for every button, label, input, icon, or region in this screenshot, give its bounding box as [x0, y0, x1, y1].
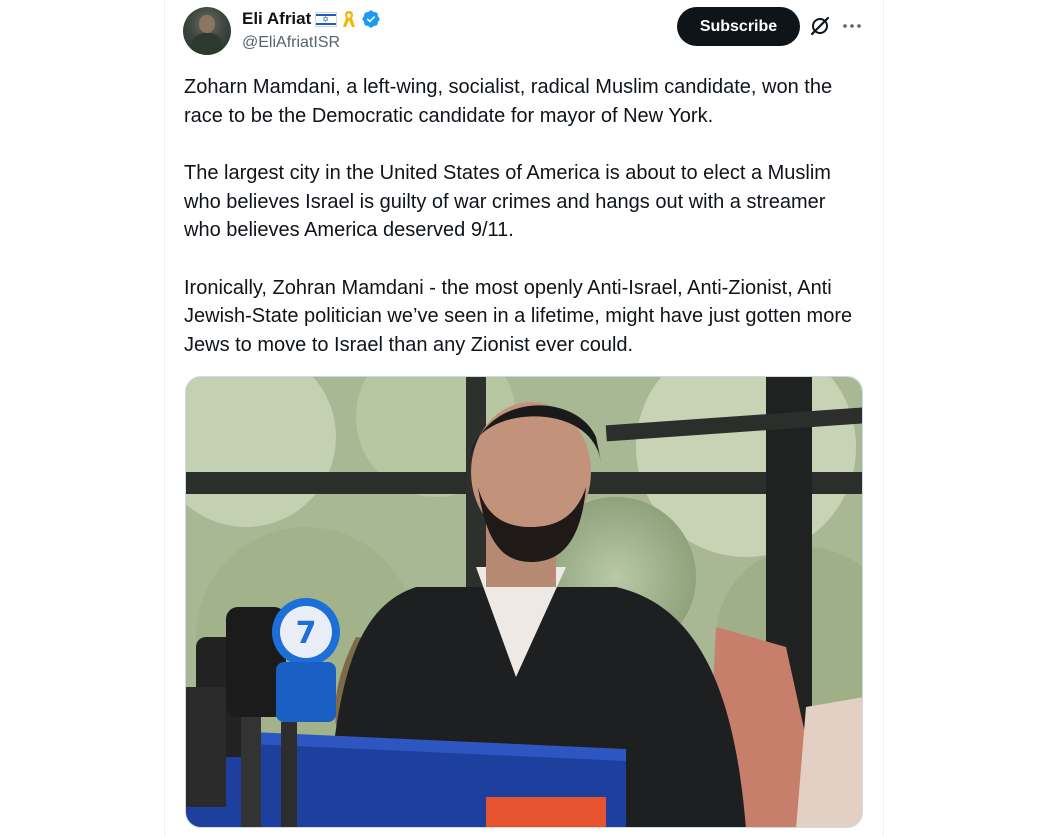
author-line: Eli Afriat ✡	[242, 8, 381, 30]
photo-press-conference: 7	[186, 377, 862, 827]
avatar-head-shape	[199, 15, 215, 33]
israel-flag-icon: ✡	[315, 11, 338, 27]
svg-text:7: 7	[296, 616, 317, 651]
grok-icon[interactable]	[808, 14, 832, 38]
tweet-photo[interactable]: 7	[185, 376, 863, 828]
tweet-paragraph: Zoharn Mamdani, a left-wing, socialist, …	[184, 76, 833, 127]
more-icon[interactable]	[840, 14, 864, 38]
tweet-paragraph: Ironically, Zohran Mamdani - the most op…	[184, 276, 853, 356]
avatar-body-shape	[191, 33, 223, 55]
yellow-ribbon-icon	[343, 11, 356, 27]
author-handle[interactable]: @EliAfriatISR	[242, 34, 340, 52]
verified-icon	[362, 10, 380, 28]
author-display-name[interactable]: Eli Afriat	[242, 9, 311, 29]
tweet-text: Zoharn Mamdani, a left-wing, socialist, …	[184, 73, 864, 388]
subscribe-button[interactable]: Subscribe	[677, 7, 800, 46]
avatar[interactable]	[183, 7, 231, 55]
tweet-paragraph: The largest city in the United States of…	[184, 162, 831, 241]
